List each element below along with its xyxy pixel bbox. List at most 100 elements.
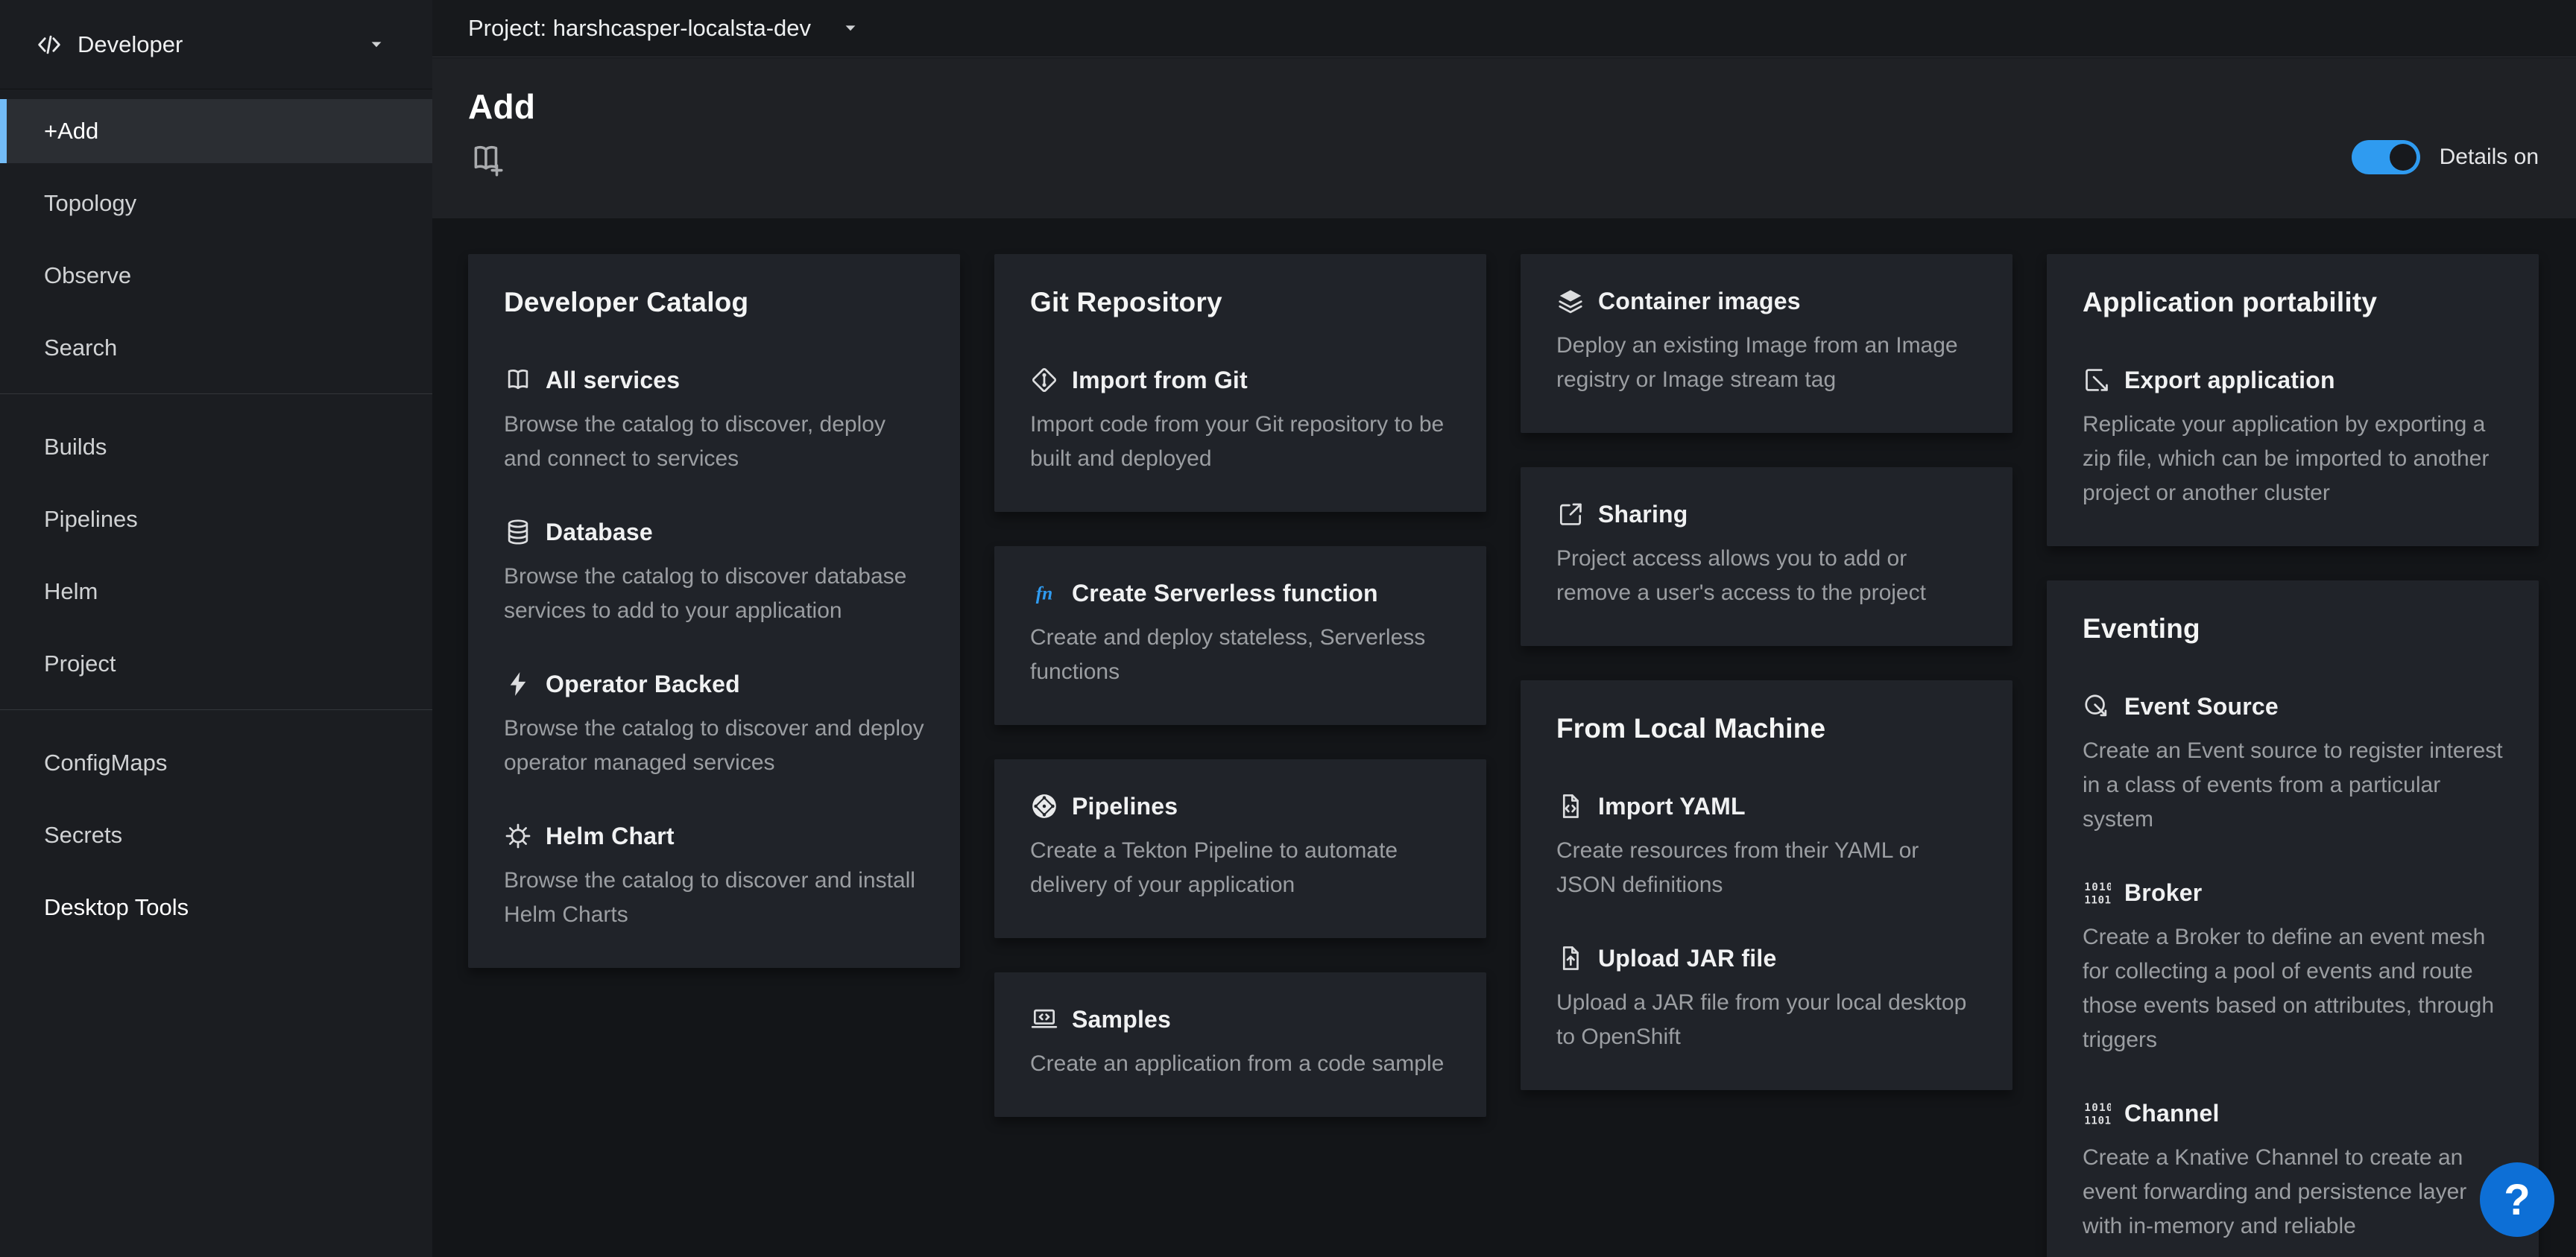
action-operator-backed[interactable]: Operator BackedBrowse the catalog to dis… (504, 670, 924, 780)
action-head: Database (504, 518, 924, 546)
action-import-from-git[interactable]: Import from GitImport code from your Git… (1030, 366, 1450, 476)
action-head: Import from Git (1030, 366, 1450, 394)
action-description: Create a Tekton Pipeline to automate del… (1030, 834, 1450, 902)
card-create-serverless-function: fn Create Serverless function Create and d… (994, 546, 1486, 725)
masthead: Project: harshcasper-localsta-dev (432, 0, 2576, 57)
event-source-icon (2083, 692, 2111, 721)
code-icon (34, 30, 64, 60)
action-label: Export application (2124, 367, 2335, 394)
svg-text:11011: 11011 (2084, 894, 2111, 906)
action-description: Replicate your application by exporting … (2083, 408, 2503, 510)
action-head: fn Create Serverless function (1030, 579, 1450, 607)
sidebar-item-observe[interactable]: Observe (0, 244, 432, 308)
project-selector[interactable]: Project: harshcasper-localsta-dev (432, 15, 859, 42)
file-code-icon (1556, 792, 1585, 820)
action-description: Create an application from a code sample (1030, 1047, 1450, 1081)
action-label: Container images (1598, 288, 1801, 315)
action-all-services[interactable]: All services Browse the catalog to discov… (504, 366, 924, 476)
details-toggle-wrap: Details on (2352, 140, 2539, 174)
action-head: Upload JAR file (1556, 944, 1977, 972)
sidebar-item-builds[interactable]: Builds (0, 415, 432, 479)
action-event-source[interactable]: Event Source Create an Event source to re… (2083, 692, 2503, 837)
action-description: Project access allows you to add or remo… (1556, 542, 1977, 610)
action-helm-chart[interactable]: Helm ChartBrowse the catalog to discover… (504, 822, 924, 932)
help-button[interactable]: ? (2480, 1162, 2554, 1237)
action-head: Container images (1556, 287, 1977, 315)
card-developer-catalog: Developer Catalog All services Browse the … (468, 254, 960, 968)
action-pipelines[interactable]: Pipelines Create a Tekton Pipeline to aut… (1030, 792, 1450, 902)
perspective-label: Developer (78, 31, 183, 58)
sidebar-item-search[interactable]: Search (0, 316, 432, 380)
sidebar-item-configmaps[interactable]: ConfigMaps (0, 731, 432, 795)
quickstarts-button[interactable] (468, 142, 507, 179)
action-label: Event Source (2124, 693, 2279, 721)
action-label: Channel (2124, 1100, 2220, 1127)
action-label: Upload JAR file (1598, 945, 1776, 972)
perspective-switcher[interactable]: Developer (0, 0, 432, 89)
action-label: Sharing (1598, 501, 1688, 528)
action-label: Operator Backed (546, 671, 740, 698)
card-application-portability: Application portabilityExport applicatio… (2047, 254, 2539, 546)
action-import-yaml[interactable]: Import YAML Create resources from their Y… (1556, 792, 1977, 902)
action-description: Create a Broker to define an event mesh … (2083, 920, 2503, 1057)
action-head: All services (504, 366, 924, 394)
sidebar-item-secrets[interactable]: Secrets (0, 803, 432, 867)
action-description: Deploy an existing Image from an Image r… (1556, 329, 1977, 397)
action-head: Event Source (2083, 692, 2503, 721)
details-toggle[interactable] (2352, 140, 2420, 174)
book-icon (504, 366, 532, 394)
sidebar-item-helm[interactable]: Helm (0, 560, 432, 624)
action-database[interactable]: DatabaseBrowse the catalog to discover d… (504, 518, 924, 628)
toggle-knob (2390, 144, 2416, 171)
action-head: Pipelines (1030, 792, 1450, 820)
page-header: Add Details on (432, 58, 2576, 218)
action-sharing[interactable]: Sharing Project access allows you to add … (1556, 500, 1977, 610)
card-git-repository: Git RepositoryImport from GitImport code… (994, 254, 1486, 512)
action-head: 101011011Broker (2083, 878, 2503, 907)
action-description: Create an Event source to register inter… (2083, 734, 2503, 837)
action-samples[interactable]: Samples Create an application from a code… (1030, 1005, 1450, 1081)
sidebar-item-desktop-tools[interactable]: Desktop Tools (0, 876, 432, 940)
sidebar-item-project[interactable]: Project (0, 632, 432, 696)
bolt-icon (504, 670, 532, 698)
action-label: Database (546, 519, 653, 546)
action-upload-jar-file[interactable]: Upload JAR fileUpload a JAR file from yo… (1556, 944, 1977, 1054)
card-title: Developer Catalog (504, 287, 924, 318)
action-label: Pipelines (1072, 793, 1178, 820)
sidebar-item-add[interactable]: +Add (0, 99, 432, 163)
action-label: All services (546, 367, 680, 394)
chevron-down-icon (842, 20, 859, 37)
svg-text:1010: 1010 (2084, 1102, 2111, 1114)
sidebar-item-topology[interactable]: Topology (0, 171, 432, 235)
action-label: Helm Chart (546, 823, 675, 850)
function-icon: fn (1030, 579, 1058, 607)
action-head: Operator Backed (504, 670, 924, 698)
action-label: Samples (1072, 1006, 1171, 1033)
card-samples: Samples Create an application from a code… (994, 972, 1486, 1117)
card-title: From Local Machine (1556, 713, 1977, 744)
svg-text:11011: 11011 (2084, 1115, 2111, 1127)
card-columns: Developer Catalog All services Browse the … (468, 254, 2540, 1257)
action-head: Sharing (1556, 500, 1977, 528)
nav-divider (0, 709, 432, 710)
sidebar-item-pipelines[interactable]: Pipelines (0, 487, 432, 551)
laptop-code-icon (1030, 1005, 1058, 1033)
action-label: Import YAML (1598, 793, 1746, 820)
card-sharing: Sharing Project access allows you to add … (1521, 467, 2012, 646)
action-head: Export application (2083, 366, 2503, 394)
action-description: Create resources from their YAML or JSON… (1556, 834, 1977, 902)
action-container-images[interactable]: Container images Deploy an existing Image… (1556, 287, 1977, 397)
card-container-images: Container images Deploy an existing Image… (1521, 254, 2012, 433)
action-label: Create Serverless function (1072, 580, 1378, 607)
chevron-down-icon (368, 37, 385, 53)
action-description: Browse the catalog to discover, deploy a… (504, 408, 924, 476)
git-icon (1030, 366, 1058, 394)
card-eventing: EventingEvent SourceCreate an Event sour… (2047, 580, 2539, 1257)
sidebar: Developer +Add Topology Observe Search Build… (0, 0, 432, 1257)
action-export-application[interactable]: Export application Replicate your applica… (2083, 366, 2503, 510)
add-page-content: Developer Catalog All services Browse the … (432, 218, 2576, 1257)
action-broker[interactable]: 101011011Broker Create a Broker to define… (2083, 878, 2503, 1057)
action-description: Create and deploy stateless, Serverless … (1030, 621, 1450, 689)
action-create-serverless-function[interactable]: fn Create Serverless function Create and d… (1030, 579, 1450, 689)
action-channel[interactable]: 101011011ChannelCreate a Knative Channel… (2083, 1099, 2503, 1244)
